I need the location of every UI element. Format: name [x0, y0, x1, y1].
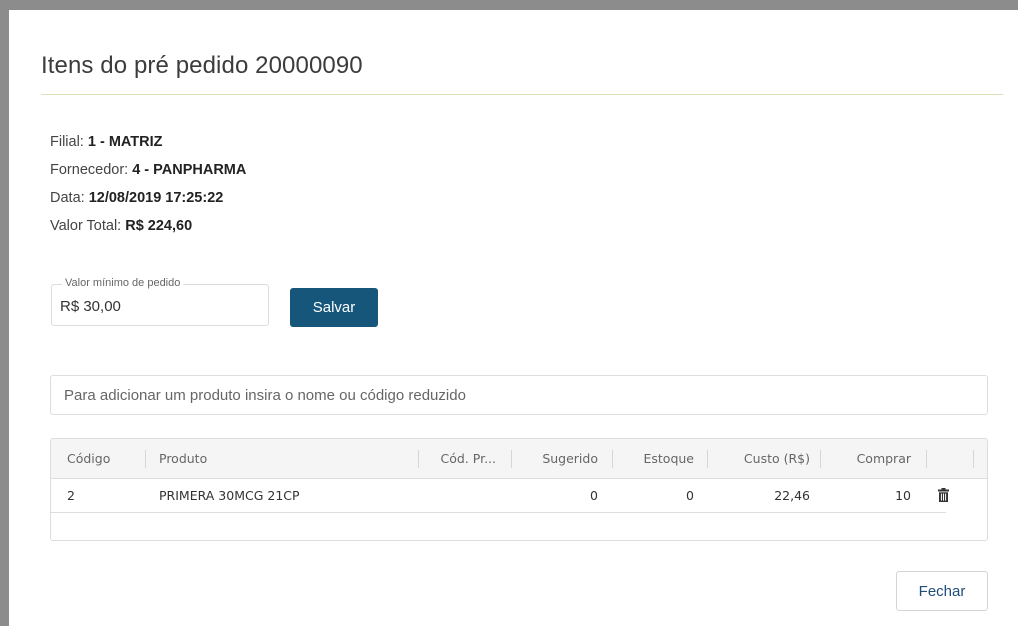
col-divider[interactable]	[511, 450, 512, 468]
cell-cod-pr	[429, 479, 496, 512]
col-divider[interactable]	[820, 450, 821, 468]
col-divider[interactable]	[145, 450, 146, 468]
cell-estoque: 0	[686, 488, 694, 503]
data-value: 12/08/2019 17:25:22	[88, 190, 224, 206]
cell-codigo: 2	[67, 488, 75, 503]
fornecedor-line: Fornecedor: 4 - PANPHARMA	[50, 160, 246, 180]
col-divider[interactable]	[612, 450, 613, 468]
table-header: Código Produto Cód. Pr... Sugerido Estoq…	[51, 439, 987, 479]
col-header-codigo[interactable]: Código	[67, 439, 110, 478]
items-table: Código Produto Cód. Pr... Sugerido Estoq…	[50, 438, 988, 541]
title-divider	[41, 94, 1003, 95]
filial-value: 1 - MATRIZ	[87, 134, 163, 150]
col-divider[interactable]	[926, 450, 927, 468]
col-divider[interactable]	[707, 450, 708, 468]
fornecedor-label: Fornecedor:	[50, 162, 133, 178]
filial-line: Filial: 1 - MATRIZ	[50, 132, 163, 152]
cell-sugerido: 0	[590, 488, 598, 503]
table-row[interactable]: 2 PRIMERA 30MCG 21CP 0 0 22,46 10	[51, 479, 987, 512]
col-header-estoque[interactable]: Estoque	[617, 439, 694, 478]
dialog-title: Itens do pré pedido 20000090	[41, 52, 363, 79]
close-button[interactable]: Fechar	[896, 571, 988, 611]
save-button[interactable]: Salvar	[290, 288, 378, 327]
trash-icon[interactable]	[938, 488, 949, 502]
min-order-field: Valor mínimo de pedido	[51, 277, 269, 326]
col-header-produto[interactable]: Produto	[159, 439, 207, 478]
data-line: Data: 12/08/2019 17:25:22	[50, 188, 223, 208]
filial-label: Filial:	[50, 134, 88, 150]
col-header-cod-pr[interactable]: Cód. Pr...	[429, 439, 497, 478]
col-divider[interactable]	[418, 450, 419, 468]
cell-custo: 22,46	[774, 488, 810, 503]
pre-order-items-dialog: Itens do pré pedido 20000090 Filial: 1 -…	[9, 10, 1018, 626]
col-header-custo[interactable]: Custo (R$)	[713, 439, 810, 478]
valor-total-label: Valor Total:	[50, 218, 126, 234]
data-label: Data:	[50, 190, 89, 206]
valor-total-value: R$ 224,60	[125, 218, 193, 234]
window-left-border	[0, 0, 9, 626]
screen: Itens do pré pedido 20000090 Filial: 1 -…	[0, 0, 1018, 626]
row-divider	[51, 512, 946, 513]
min-order-input[interactable]	[52, 298, 260, 315]
col-header-sugerido[interactable]: Sugerido	[517, 439, 598, 478]
product-search-input[interactable]	[50, 375, 988, 415]
col-divider[interactable]	[973, 450, 974, 468]
cell-produto: PRIMERA 30MCG 21CP	[159, 488, 300, 503]
min-order-label: Valor mínimo de pedido	[62, 277, 184, 289]
cell-comprar[interactable]: 10	[826, 479, 911, 512]
col-header-comprar[interactable]: Comprar	[826, 439, 911, 478]
fornecedor-value: 4 - PANPHARMA	[132, 162, 247, 178]
valor-total-line: Valor Total: R$ 224,60	[50, 216, 192, 236]
window-top-border	[0, 0, 1018, 10]
